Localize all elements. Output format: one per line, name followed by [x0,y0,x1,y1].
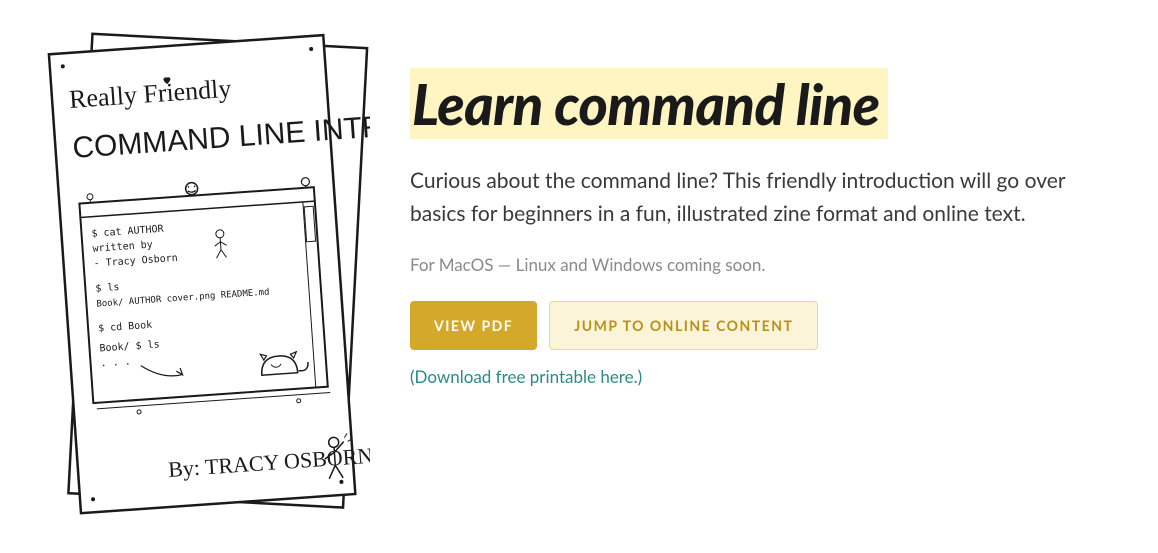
page-headline: Learn command line [410,68,888,139]
button-row: VIEW PDF JUMP TO ONLINE CONTENT [410,301,1118,350]
book-cover-illustration: Really Friendly COMMAND LINE INTRO [40,20,370,530]
svg-text:. . .: . . . [100,356,131,369]
download-link-row: (Download free printable here.) [410,366,1118,387]
download-printable-link[interactable]: (Download free printable here.) [410,366,642,387]
jump-online-button[interactable]: JUMP TO ONLINE CONTENT [549,301,818,350]
description-text: Curious about the command line? This fri… [410,165,1110,230]
view-pdf-button[interactable]: VIEW PDF [410,301,537,350]
main-content: Learn command line Curious about the com… [410,20,1118,387]
terminal-drawing: $ cat AUTHOR written by - Tracy Osborn $… [78,174,330,417]
platform-note: For MacOS — Linux and Windows coming soo… [410,254,1118,275]
svg-text:$ ls: $ ls [95,282,120,295]
